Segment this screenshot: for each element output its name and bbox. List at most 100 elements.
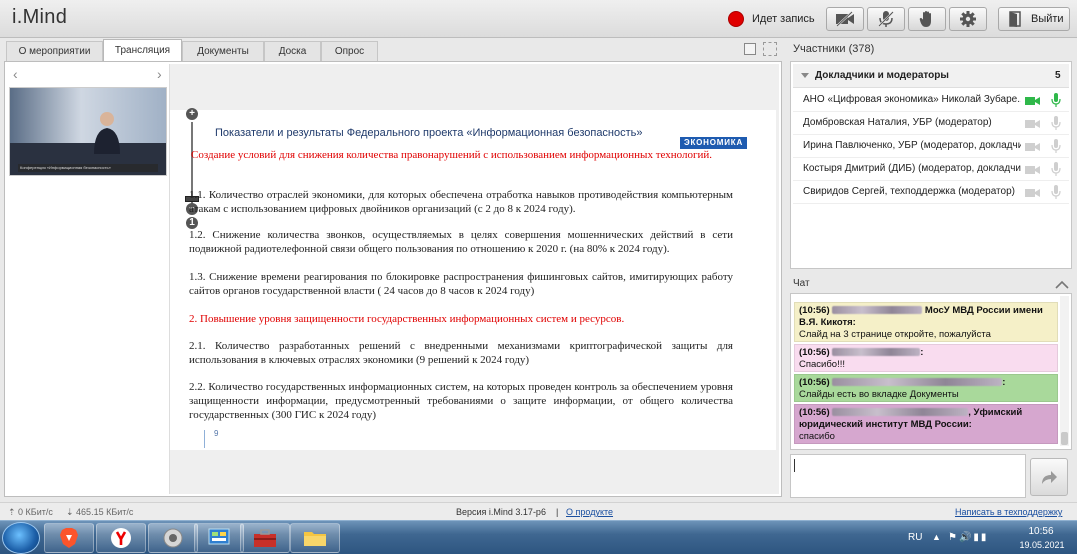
tray-expand-icon[interactable]: ▲ xyxy=(932,532,941,542)
single-view-icon[interactable] xyxy=(744,43,756,55)
message-author: : xyxy=(1002,377,1006,388)
group-count: 5 xyxy=(1055,70,1061,81)
microphone-toggle-button[interactable] xyxy=(867,7,905,31)
collapse-triangle-icon xyxy=(801,73,809,78)
tab-poll[interactable]: Опрос xyxy=(321,41,378,61)
language-indicator[interactable]: RU xyxy=(908,532,922,543)
taskbar-explorer[interactable] xyxy=(290,523,340,553)
mic-icon xyxy=(1051,116,1061,130)
chat-title: Чат xyxy=(793,278,810,289)
taskbar-brave[interactable] xyxy=(44,523,94,553)
participant-row[interactable]: Костыря Дмитрий (ДИБ) (модератор, доклад… xyxy=(793,158,1069,181)
chat-message: (10:56) : Спасибо!!! xyxy=(794,344,1058,372)
slide-paragraph-intro: Создание условий для снижения количества… xyxy=(191,149,713,161)
recording-indicator-icon xyxy=(728,11,744,27)
camera-icon xyxy=(1025,143,1040,151)
participant-row[interactable]: Домбровская Наталия, УБР (модератор) xyxy=(793,112,1069,135)
chat-input[interactable] xyxy=(790,454,1026,498)
message-time: (10:56) xyxy=(799,377,830,388)
top-bar: i.Mind Идет запись Выйти xyxy=(0,0,1077,38)
version-label: Версия i.Mind 3.17-p6 xyxy=(456,507,546,517)
taskbar-yandex[interactable] xyxy=(96,523,146,553)
exit-label: Выйти xyxy=(1031,13,1064,25)
about-product-link[interactable]: О продукте xyxy=(566,507,613,517)
chat-message: (10:56) , Уфимский юридический институт … xyxy=(794,404,1058,444)
fullscreen-icon[interactable] xyxy=(763,42,777,56)
participant-name: Свиридов Сергей, техподдержка (модератор… xyxy=(803,186,1015,197)
message-text: Слайды есть во вкладке Документы xyxy=(799,389,959,400)
download-speed: ⇣ 465.15 КБит/с xyxy=(66,507,134,517)
message-text: Спасибо!!! xyxy=(799,359,845,370)
participant-row[interactable]: Свиридов Сергей, техподдержка (модератор… xyxy=(793,181,1069,204)
status-bar: ⇡ 0 КБит/с ⇣ 465.15 КБит/с Версия i.Mind… xyxy=(0,502,1077,520)
raise-hand-button[interactable] xyxy=(908,7,946,31)
exit-button[interactable]: Выйти xyxy=(998,7,1070,31)
message-time: (10:56) xyxy=(799,407,830,418)
page-number: 9 xyxy=(214,429,219,438)
tab-board[interactable]: Доска xyxy=(264,41,321,61)
video-prev-icon[interactable]: ‹ xyxy=(13,66,18,82)
clock-date[interactable]: 19.05.2021 xyxy=(1016,540,1068,550)
message-time: (10:56) xyxy=(799,305,830,316)
zoom-in-icon[interactable]: + xyxy=(186,108,198,120)
video-next-icon[interactable]: › xyxy=(157,66,162,82)
camera-icon xyxy=(1025,120,1040,128)
settings-button[interactable] xyxy=(949,7,987,31)
participant-row[interactable]: АНО «Цифровая экономика» Николай Зубаре.… xyxy=(793,89,1069,112)
start-button[interactable] xyxy=(2,522,40,554)
send-message-button[interactable] xyxy=(1030,458,1068,496)
tab-broadcast[interactable]: Трансляция xyxy=(103,39,182,61)
tab-event-info[interactable]: О мероприятии xyxy=(6,41,103,61)
participant-name: Костыря Дмитрий (ДИБ) (модератор, доклад… xyxy=(803,163,1021,174)
chat-message: (10:56) МосУ МВД России имени В.Я. Кикот… xyxy=(794,302,1058,342)
upload-speed: ⇡ 0 КБит/с xyxy=(8,507,53,517)
slide-paragraph-1-1: 1.1. Количество отраслей экономики, для … xyxy=(189,189,733,215)
participant-row[interactable]: Ирина Павлюченко, УБР (модератор, доклад… xyxy=(793,135,1069,158)
slide-paragraph-1-2: 1.2. Снижение количества звонков, осущес… xyxy=(189,229,733,255)
message-text: спасибо xyxy=(799,431,835,442)
video-backdrop xyxy=(10,88,166,143)
brave-lion-icon xyxy=(60,528,78,548)
windows-taskbar: RU ▲ ⚑🔊▮▮ 10:56 19.05.2021 xyxy=(0,520,1077,554)
redacted-author xyxy=(832,348,921,357)
control-panel-icon xyxy=(208,528,230,545)
support-link[interactable]: Написать в техподдержку xyxy=(955,507,1062,517)
recording-label: Идет запись xyxy=(752,13,815,25)
participant-name: Ирина Павлюченко, УБР (модератор, доклад… xyxy=(803,140,1021,151)
app-logo: i.Mind xyxy=(12,6,68,28)
system-tray: RU ▲ ⚑🔊▮▮ 10:56 19.05.2021 xyxy=(900,521,1077,554)
scrollbar-thumb[interactable] xyxy=(1061,432,1068,445)
mic-icon xyxy=(1051,162,1061,176)
gear-icon xyxy=(960,11,976,27)
participants-group-header[interactable]: Докладчики и модераторы 5 xyxy=(793,64,1069,88)
mic-icon xyxy=(1051,139,1061,153)
camera-on-icon xyxy=(1025,97,1040,105)
slide-heading-2: 2. Повышение уровня защищенности государ… xyxy=(189,313,625,325)
yandex-browser-icon xyxy=(111,528,131,548)
camera-icon xyxy=(1025,189,1040,197)
participants-list: Докладчики и модераторы 5 АНО «Цифровая … xyxy=(790,61,1072,269)
clock-time[interactable]: 10:56 xyxy=(1024,526,1058,537)
camera-toggle-button[interactable] xyxy=(826,7,864,31)
chat-message: (10:56) : Слайды есть во вкладке Докумен… xyxy=(794,374,1058,402)
exit-door-icon xyxy=(1009,11,1021,27)
mic-icon xyxy=(1051,185,1061,199)
participant-name: Домбровская Наталия, УБР (модератор) xyxy=(803,117,992,128)
chat-scrollbar[interactable] xyxy=(1060,296,1069,446)
tab-documents[interactable]: Документы xyxy=(182,41,264,61)
message-author: : xyxy=(920,347,924,358)
tray-icons[interactable]: ⚑🔊▮▮ xyxy=(948,532,988,543)
hand-icon xyxy=(919,11,931,27)
video-caption: Конференция «Информационная безопасность… xyxy=(18,164,158,172)
page-marker xyxy=(204,430,205,448)
folder-icon xyxy=(304,532,326,546)
taskbar-control-panel[interactable] xyxy=(194,523,244,553)
speaker-figure xyxy=(94,112,120,154)
message-time: (10:56) xyxy=(799,347,830,358)
taskbar-media[interactable] xyxy=(148,523,198,553)
taskbar-toolbox[interactable] xyxy=(240,523,290,553)
speaker-video[interactable]: Конференция «Информационная безопасность… xyxy=(9,87,167,176)
status-separator: | xyxy=(556,507,559,517)
send-arrow-icon xyxy=(1042,471,1057,484)
chevron-up-icon[interactable] xyxy=(1055,280,1069,289)
